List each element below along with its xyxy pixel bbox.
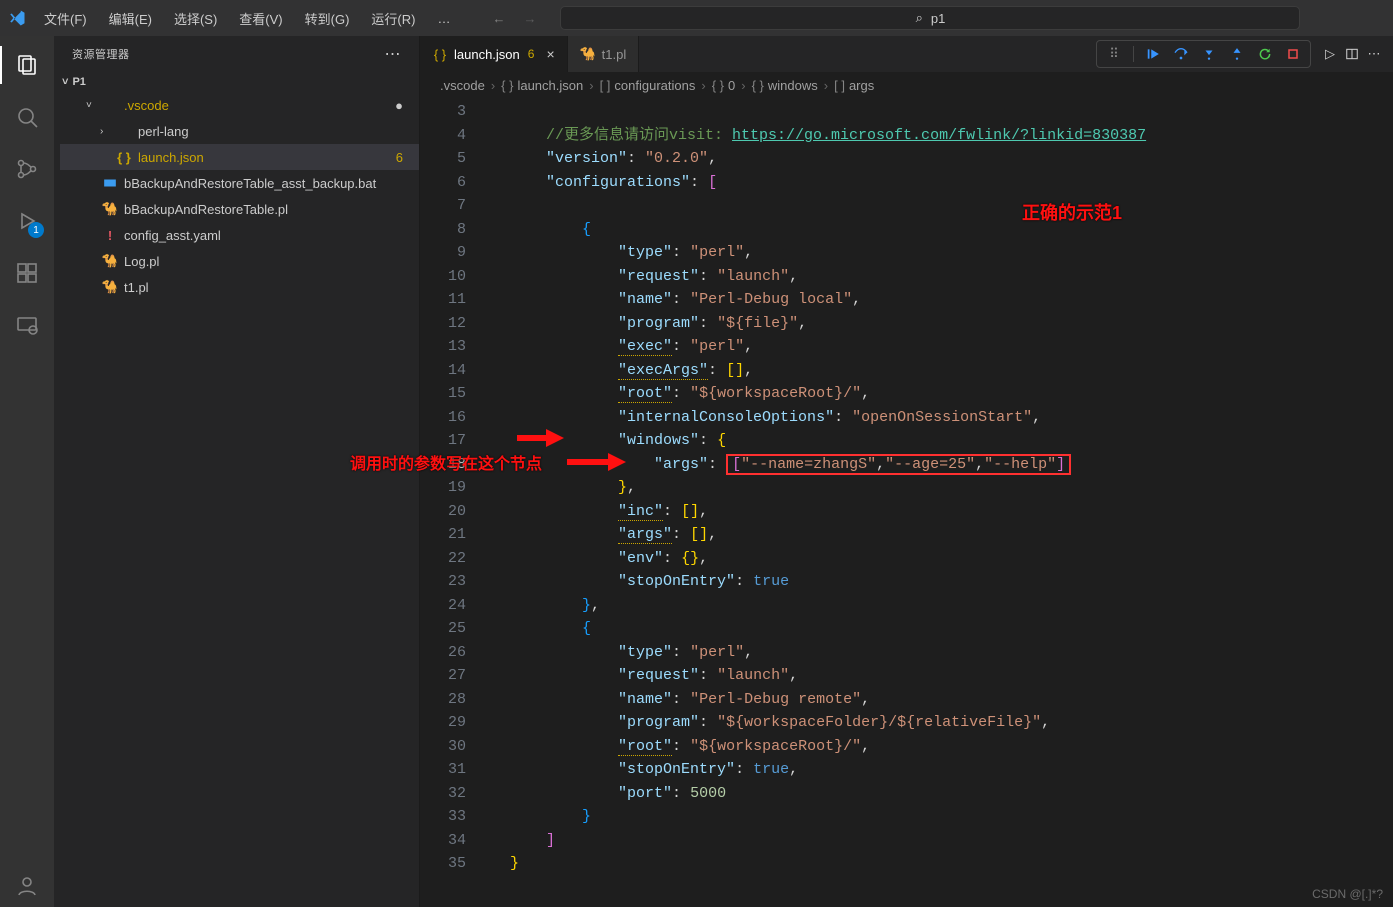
- split-icon[interactable]: [1343, 45, 1361, 63]
- tree-item-label: perl-lang: [138, 124, 189, 139]
- perl-icon: 🐪: [102, 279, 118, 295]
- activity-debug-icon[interactable]: 1: [12, 206, 42, 236]
- menu-go[interactable]: 转到(G): [297, 7, 358, 30]
- breadcrumb-item[interactable]: { }0: [712, 78, 736, 93]
- activity-explorer-icon[interactable]: [12, 50, 42, 80]
- tree-item[interactable]: 🐪 bBackupAndRestoreTable.pl: [60, 196, 419, 222]
- tree-item[interactable]: 🐪 Log.pl: [60, 248, 419, 274]
- watermark: CSDN @[.]*?: [1312, 887, 1383, 901]
- menu-select[interactable]: 选择(S): [166, 7, 225, 30]
- activity-accounts-icon[interactable]: [12, 871, 42, 901]
- step-into-icon[interactable]: [1200, 45, 1218, 63]
- tree-item[interactable]: bBackupAndRestoreTable_asst_backup.bat: [60, 170, 419, 196]
- activitybar: 1: [0, 36, 54, 907]
- breadcrumb-item[interactable]: [ ]configurations: [600, 78, 696, 93]
- activity-remote-icon[interactable]: [12, 310, 42, 340]
- more-icon[interactable]: ⋯: [1365, 45, 1383, 63]
- tree-item-label: bBackupAndRestoreTable.pl: [124, 202, 288, 217]
- tree-item[interactable]: › perl-lang: [60, 118, 419, 144]
- tree-item-label: Log.pl: [124, 254, 159, 269]
- activity-search-icon[interactable]: [12, 102, 42, 132]
- tab-launch-json[interactable]: { } launch.json 6 ×: [420, 36, 568, 72]
- braces-icon: { }: [116, 149, 132, 165]
- folder-icon: [116, 123, 132, 139]
- bat-icon: [102, 175, 118, 191]
- drag-handle-icon[interactable]: ⠿: [1105, 45, 1123, 63]
- tab-t1-pl[interactable]: 🐪 t1.pl: [568, 36, 640, 72]
- menu-file[interactable]: 文件(F): [36, 7, 95, 30]
- continue-icon[interactable]: [1144, 45, 1162, 63]
- breadcrumb-item[interactable]: { }launch.json: [501, 78, 583, 93]
- tree-item-label: bBackupAndRestoreTable_asst_backup.bat: [124, 176, 376, 191]
- tab-badge: 6: [528, 47, 535, 61]
- project-section[interactable]: ˅ P1: [54, 72, 419, 92]
- nav-fwd-icon[interactable]: →: [523, 11, 536, 26]
- line-gutter: 3456789101112131415161718192021222324252…: [420, 98, 492, 907]
- editor-area: { } launch.json 6 × 🐪 t1.pl ⠿: [420, 36, 1393, 907]
- editor-toolbar: ⠿ ▷: [1096, 36, 1393, 72]
- nav-arrows: ← →: [492, 11, 536, 26]
- tree-item[interactable]: 🐪 t1.pl: [60, 274, 419, 300]
- stop-icon[interactable]: [1284, 45, 1302, 63]
- step-out-icon[interactable]: [1228, 45, 1246, 63]
- modified-dot-icon: ●: [395, 98, 409, 113]
- chevron-icon: ›: [100, 126, 110, 137]
- perl-icon: 🐪: [102, 253, 118, 269]
- tree-item[interactable]: { } launch.json 6: [60, 144, 419, 170]
- tab-label: launch.json: [454, 47, 520, 62]
- run-icon[interactable]: ▷: [1321, 45, 1339, 63]
- command-center[interactable]: ⌕ p1: [560, 6, 1300, 30]
- vscode-logo-icon: [8, 9, 26, 27]
- folder-icon: [102, 97, 118, 113]
- activity-extensions-icon[interactable]: [12, 258, 42, 288]
- code-area[interactable]: 3456789101112131415161718192021222324252…: [420, 98, 1393, 907]
- breadcrumb-item[interactable]: { }windows: [752, 78, 818, 93]
- activity-scm-icon[interactable]: [12, 154, 42, 184]
- breadcrumb-item[interactable]: .vscode: [440, 78, 485, 93]
- explorer-title: 资源管理器 ⋯: [54, 36, 419, 72]
- perl-icon: 🐪: [580, 46, 596, 62]
- search-icon: ⌕: [916, 10, 923, 26]
- tree-item-label: .vscode: [124, 98, 169, 113]
- braces-icon: { }: [432, 46, 448, 62]
- nav-back-icon[interactable]: ←: [492, 11, 505, 26]
- chevron-down-icon: ˅: [62, 76, 68, 88]
- breadcrumbs[interactable]: .vscode›{ }launch.json›[ ]configurations…: [420, 72, 1393, 98]
- tab-bar: { } launch.json 6 × 🐪 t1.pl ⠿: [420, 36, 1393, 72]
- perl-icon: 🐪: [102, 201, 118, 217]
- menu-more[interactable]: …: [429, 9, 458, 28]
- debug-badge: 1: [28, 222, 44, 238]
- file-tree: ˅ .vscode ● › perl-lang { } launch.json 6 bBacku…: [54, 92, 419, 300]
- menu-edit[interactable]: 编辑(E): [101, 7, 160, 30]
- explorer-title-label: 资源管理器: [72, 46, 130, 62]
- code-content[interactable]: //更多信息请访问visit: https://go.microsoft.com…: [492, 98, 1393, 907]
- tree-item-label: launch.json: [138, 150, 204, 165]
- project-name: P1: [72, 76, 85, 88]
- menu-view[interactable]: 查看(V): [231, 7, 290, 30]
- tree-item[interactable]: ! config_asst.yaml: [60, 222, 419, 248]
- breadcrumb-item[interactable]: [ ]args: [834, 78, 874, 93]
- explorer-more-icon[interactable]: ⋯: [385, 44, 402, 64]
- tree-item[interactable]: ˅ .vscode ●: [60, 92, 419, 118]
- annotation-args-note: 调用时的参数写在这个节点: [350, 450, 542, 474]
- command-center-text: p1: [931, 11, 945, 26]
- tree-item-label: config_asst.yaml: [124, 228, 221, 243]
- yaml-icon: !: [102, 227, 118, 243]
- close-icon[interactable]: ×: [546, 46, 554, 62]
- problems-badge: 6: [396, 150, 409, 165]
- menu-run[interactable]: 运行(R): [363, 7, 423, 30]
- tree-item-label: t1.pl: [124, 280, 149, 295]
- annotation-title: 正确的示范1: [1022, 199, 1122, 225]
- restart-icon[interactable]: [1256, 45, 1274, 63]
- chevron-icon: ˅: [86, 100, 96, 111]
- tab-label: t1.pl: [602, 47, 627, 62]
- titlebar: 文件(F) 编辑(E) 选择(S) 查看(V) 转到(G) 运行(R) … ← …: [0, 0, 1393, 36]
- step-over-icon[interactable]: [1172, 45, 1190, 63]
